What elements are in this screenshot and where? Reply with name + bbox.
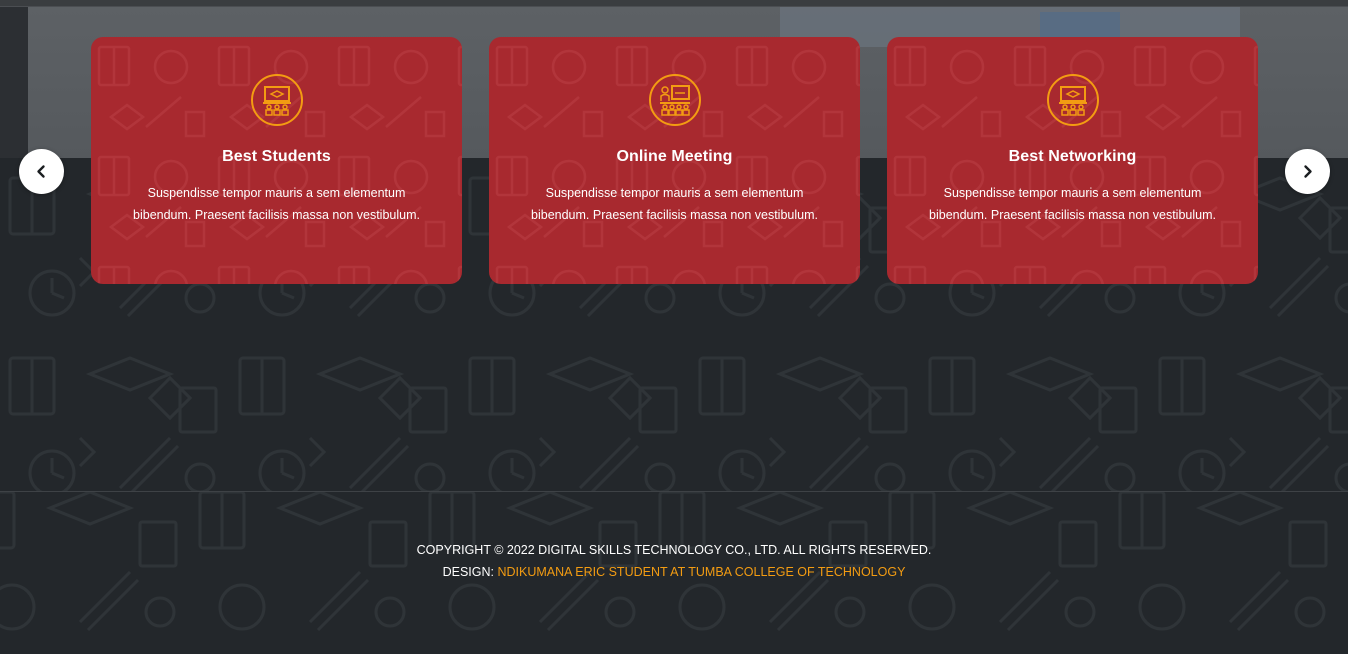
- card-description: Suspendisse tempor mauris a sem elementu…: [531, 186, 818, 222]
- slider-next-button[interactable]: [1285, 149, 1330, 194]
- classroom-presentation-icon: [1046, 73, 1099, 126]
- copyright-text: COPYRIGHT © 2022 DIGITAL SKILLS TECHNOLO…: [416, 543, 932, 557]
- online-meeting-icon: [648, 73, 701, 126]
- feature-card-best-networking: Best Networking Suspendisse tempor mauri…: [887, 37, 1258, 284]
- card-title: Online Meeting: [616, 148, 733, 165]
- slider-prev-button[interactable]: [19, 149, 64, 194]
- footer-text: COPYRIGHT © 2022 DIGITAL SKILLS TECHNOLO…: [0, 539, 1348, 583]
- hero-image-detail: [1040, 12, 1120, 40]
- card-title: Best Networking: [1008, 148, 1137, 165]
- hero-image-shadow: [0, 7, 28, 158]
- chevron-left-icon: [37, 165, 45, 178]
- classroom-presentation-icon: [250, 73, 303, 126]
- chevron-right-icon: [1304, 165, 1312, 178]
- design-label: DESIGN:: [442, 565, 494, 579]
- card-description: Suspendisse tempor mauris a sem elementu…: [133, 186, 420, 222]
- top-strip: [0, 0, 1348, 7]
- card-description: Suspendisse tempor mauris a sem elementu…: [929, 186, 1216, 222]
- feature-card-online-meeting: Online Meeting Suspendisse tempor mauris…: [489, 37, 860, 284]
- design-credit-link[interactable]: NDIKUMANA ERIC STUDENT AT TUMBA COLLEGE …: [497, 565, 905, 579]
- card-title: Best Students: [222, 148, 331, 165]
- design-credit-line: DESIGN: NDIKUMANA ERIC STUDENT AT TUMBA …: [0, 561, 1348, 583]
- feature-card-best-students: Best Students Suspendisse tempor mauris …: [91, 37, 462, 284]
- footer: COPYRIGHT © 2022 DIGITAL SKILLS TECHNOLO…: [0, 492, 1348, 654]
